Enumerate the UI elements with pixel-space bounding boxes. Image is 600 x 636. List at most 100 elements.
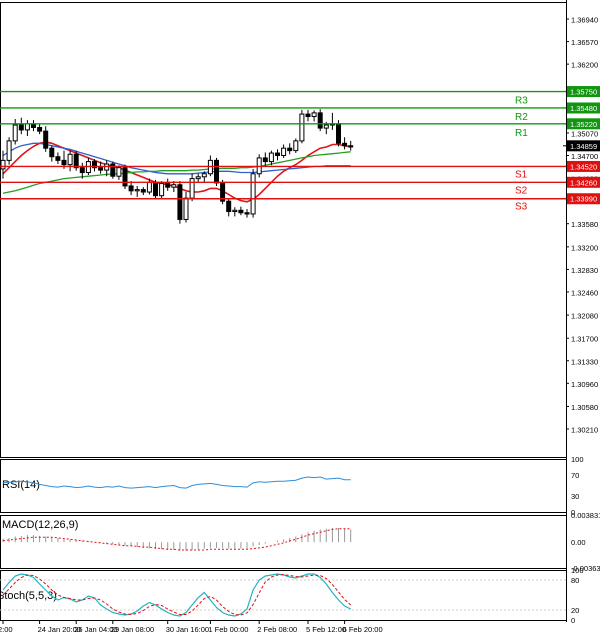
level-price-tag-text: 1.35750 (570, 88, 597, 97)
candle-body-bearish (79, 167, 85, 174)
x-tick-label: 6 Feb 20:00 (343, 625, 383, 634)
price-tick-label: 1.34700 (571, 152, 598, 161)
candle-body-bullish (134, 189, 140, 192)
candle-body-bearish (342, 142, 348, 147)
candle-body-bearish (140, 189, 146, 193)
x-tick-label: 2:00 (0, 625, 13, 634)
candle-body-bullish (268, 152, 274, 163)
candle-body-bearish (287, 147, 293, 152)
candle-body-bearish (317, 112, 323, 129)
macd-label: MACD(12,26,9) (2, 519, 78, 531)
candle-body-bullish (189, 178, 195, 199)
candle (293, 138, 299, 154)
candle-body-bearish (305, 113, 311, 118)
candle-body-bearish (165, 183, 171, 188)
candle (110, 161, 116, 179)
candle-body-bullish (195, 176, 201, 180)
candle-body-bullish (293, 140, 299, 152)
price-tick-label: 1.35070 (571, 129, 598, 138)
candle-body-bullish (6, 140, 12, 161)
chart-background (0, 0, 600, 636)
price-tick-label: 1.36940 (571, 16, 598, 25)
level-price-tag-text: 1.34520 (570, 162, 597, 171)
candle-body-bearish (214, 159, 219, 184)
rsi-tick-label: 70 (571, 471, 579, 480)
candle-body-bearish (275, 152, 280, 156)
candle-body-bearish (18, 124, 24, 131)
level-name-label: R3 (515, 96, 528, 107)
candle-body-bearish (128, 185, 134, 192)
stoch-tick-label: 0 (571, 616, 575, 625)
level-price-tag-text: 1.33990 (570, 195, 597, 204)
candle-body-bearish (49, 147, 55, 158)
price-tick-label: 1.33200 (571, 243, 598, 252)
macd-tick-label: 0.003831 (571, 511, 600, 520)
level-name-label: R2 (515, 112, 528, 123)
candle-body-bearish (61, 159, 67, 166)
candle (177, 181, 183, 224)
price-tick-label: 1.32080 (571, 312, 598, 321)
candle-body-bearish (177, 184, 183, 220)
candle-body-bullish (0, 159, 6, 170)
price-tick-label: 1.31700 (571, 335, 598, 344)
x-tick-label: 2 Feb 08:00 (257, 625, 297, 634)
candle-body-bullish (323, 124, 329, 129)
candle-body-bearish (98, 167, 104, 171)
price-tick-label: 1.31330 (571, 357, 598, 366)
current-price-tag-text: 1.34859 (570, 142, 597, 151)
price-tick-label: 1.36570 (571, 38, 598, 47)
level-name-label: R1 (515, 128, 528, 139)
level-name-label: S2 (515, 185, 528, 196)
candle-body-bearish (226, 200, 232, 213)
candle-body-bearish (153, 181, 158, 197)
candle-body-bearish (262, 157, 268, 163)
price-tick-label: 1.32830 (571, 266, 598, 275)
price-tick-label: 1.30210 (571, 425, 598, 434)
stoch-tick-label: 80 (571, 576, 579, 585)
candle (220, 179, 226, 205)
price-tick-label: 1.36200 (571, 61, 598, 70)
candle-body-bearish (37, 126, 43, 132)
candle (317, 109, 323, 132)
candle (6, 137, 12, 165)
candle (299, 109, 305, 144)
candle-body-bullish (171, 184, 177, 188)
level-name-label: S3 (515, 202, 528, 213)
candle-body-bullish (24, 123, 30, 131)
rsi-tick-label: 100 (571, 455, 584, 464)
x-tick-label: 1 Feb 00:00 (208, 625, 248, 634)
candle-body-bearish (43, 130, 49, 149)
candle (250, 168, 256, 218)
candle (122, 164, 128, 189)
candle-body-bullish (146, 181, 152, 193)
price-tick-label: 1.33580 (571, 220, 598, 229)
macd-tick-label: 0.00 (571, 538, 586, 547)
candle-body-bearish (238, 209, 244, 214)
level-name-label: S1 (515, 169, 528, 180)
level-price-tag-text: 1.35220 (570, 120, 597, 129)
price-tick-label: 1.30580 (571, 403, 598, 412)
candle-body-bearish (348, 145, 354, 148)
price-tick-label: 1.32460 (571, 288, 598, 297)
candle-body-bearish (122, 167, 128, 187)
candle-body-bearish (55, 156, 61, 161)
candle-body-bearish (336, 123, 341, 144)
x-tick-label: 5 Feb 12:00 (306, 625, 346, 634)
candle-body-bullish (183, 197, 189, 220)
price-tick-label: 1.30960 (571, 380, 598, 389)
x-tick-label: 30 Jan 16:00 (166, 625, 209, 634)
candle-body-bearish (244, 212, 250, 215)
trading-chart: 1.36940 1.36570 1.36200 1.35750 1.35480 1.350… (0, 0, 600, 636)
rsi-label: RSI(14) (2, 479, 40, 491)
candle-body-bullish (299, 113, 305, 142)
candle-body-bullish (12, 124, 18, 142)
candle-body-bullish (201, 173, 207, 178)
candle-body-bullish (311, 112, 317, 118)
level-price-tag-text: 1.34260 (570, 178, 597, 187)
stoch-tick-label: 20 (571, 606, 579, 615)
candle-body-bullish (67, 153, 73, 166)
candle-body-bullish (159, 183, 165, 197)
candle-body-bullish (281, 147, 287, 156)
level-price-tag-text: 1.35480 (570, 104, 597, 113)
candle-body-bullish (116, 167, 122, 177)
